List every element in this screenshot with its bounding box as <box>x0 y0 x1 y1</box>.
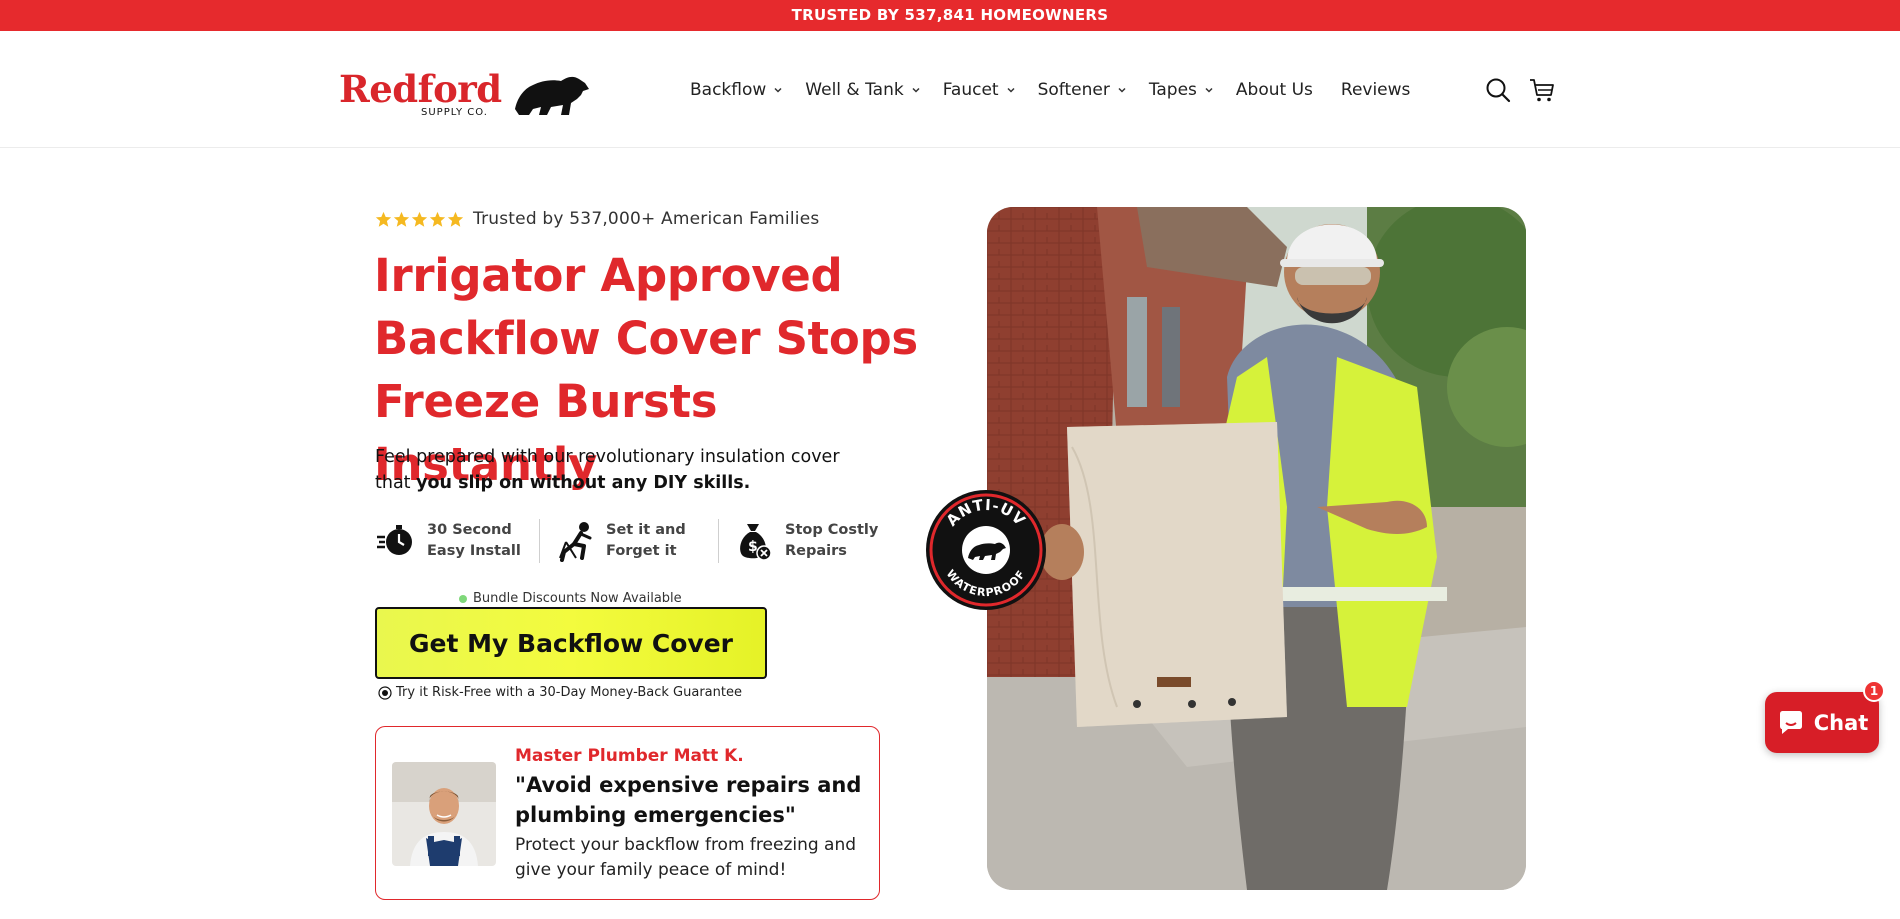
rating-text: Trusted by 537,000+ American Families <box>473 209 820 229</box>
announcement-bar: TRUSTED BY 537,841 HOMEOWNERS <box>0 0 1900 31</box>
cta-button[interactable]: Get My Backflow Cover <box>375 607 767 679</box>
chat-label: Chat <box>1813 710 1869 735</box>
bundle-note: Bundle Discounts Now Available <box>459 591 682 606</box>
status-dot <box>459 594 467 603</box>
chevron-down-icon <box>774 87 782 93</box>
chevron-down-icon <box>1118 87 1126 93</box>
feature-label: Set it and Forget it <box>606 522 686 559</box>
plumber-avatar <box>392 762 496 866</box>
star-icon <box>411 211 428 227</box>
chat-button[interactable]: Chat <box>1765 692 1879 753</box>
testimonial-body: Protect your backflow from freezing and … <box>515 835 857 880</box>
feature-divider <box>718 519 719 563</box>
star-icon <box>393 211 410 227</box>
chat-bubble-icon <box>1779 710 1802 734</box>
chat-unread-badge: 1 <box>1863 680 1885 702</box>
star-rating <box>375 211 465 228</box>
nav-label: About Us <box>1235 80 1313 100</box>
hero-section: Trusted by 537,000+ American Families Ir… <box>0 148 1900 919</box>
relaxing-person-icon <box>559 522 592 562</box>
chevron-down-icon <box>1205 87 1213 93</box>
hero-subcopy: Feel prepared with our revolutionary ins… <box>375 444 845 496</box>
nav-item-about-us[interactable]: About Us <box>1236 80 1313 100</box>
subcopy-bold: you slip on without any DIY skills. <box>416 473 751 493</box>
brand-name: Redford <box>339 67 502 111</box>
header-actions <box>1484 76 1572 104</box>
anti-uv-waterproof-badge: ANTI-UV WATERPROOF <box>926 490 1046 610</box>
bundle-text: Bundle Discounts Now Available <box>473 591 682 606</box>
guarantee-note: Try it Risk-Free with a 30-Day Money-Bac… <box>378 685 742 700</box>
nav-item-backflow[interactable]: Backflow <box>690 80 783 100</box>
feature-label: 30 Second Easy Install <box>427 522 521 559</box>
testimonial-card: Master Plumber Matt K. "Avoid expensive … <box>375 726 880 900</box>
star-icon <box>447 211 464 227</box>
brand-tagline: SUPPLY CO. <box>421 107 488 118</box>
shield-icon <box>378 685 392 700</box>
nav-item-tapes[interactable]: Tapes <box>1149 80 1214 100</box>
chevron-down-icon <box>912 87 920 93</box>
stopwatch-icon <box>377 525 412 555</box>
star-icon <box>429 211 446 227</box>
nav-label: Softener <box>1037 80 1110 100</box>
brand-logo[interactable]: Redford SUPPLY CO. <box>339 69 591 119</box>
nav-item-faucet[interactable]: Faucet <box>943 80 1016 100</box>
cta-label: Get My Backflow Cover <box>409 628 733 658</box>
chevron-down-icon <box>1007 87 1015 93</box>
feature-divider <box>539 519 540 563</box>
trust-rating: Trusted by 537,000+ American Families <box>375 209 819 229</box>
testimonial-quote: "Avoid expensive repairs and plumbing em… <box>515 773 862 827</box>
feature-item: Set it and Forget it <box>554 518 706 564</box>
nav-label: Reviews <box>1340 80 1411 100</box>
nav-item-reviews[interactable]: Reviews <box>1341 80 1411 100</box>
nav-label: Faucet <box>942 80 999 100</box>
search-icon[interactable] <box>1484 76 1512 104</box>
cart-icon[interactable] <box>1528 76 1556 104</box>
bear-logo-icon <box>515 76 589 115</box>
nav-item-softener[interactable]: Softener <box>1038 80 1127 100</box>
site-header: Redford SUPPLY CO. Backflow Well & Tank … <box>0 31 1900 148</box>
feature-item: $ Stop Costly Repairs <box>733 518 885 564</box>
main-nav: Backflow Well & Tank Faucet Softener Tap… <box>690 75 1438 105</box>
hero-product-photo <box>987 207 1526 890</box>
testimonial-name: Master Plumber Matt K. <box>515 746 744 766</box>
star-icon <box>375 211 392 227</box>
nav-label: Tapes <box>1148 80 1197 100</box>
feature-item: 30 Second Easy Install <box>375 518 527 564</box>
announcement-text: TRUSTED BY 537,841 HOMEOWNERS <box>791 6 1109 24</box>
money-bag-icon: $ <box>740 524 772 561</box>
nav-item-well-tank[interactable]: Well & Tank <box>805 80 920 100</box>
feature-list: 30 Second Easy Install Set it and Forget… <box>375 518 885 564</box>
nav-label: Backflow <box>690 80 767 100</box>
guarantee-text: Try it Risk-Free with a 30-Day Money-Bac… <box>396 685 742 700</box>
feature-label: Stop Costly Repairs <box>785 522 879 559</box>
nav-label: Well & Tank <box>805 80 904 100</box>
